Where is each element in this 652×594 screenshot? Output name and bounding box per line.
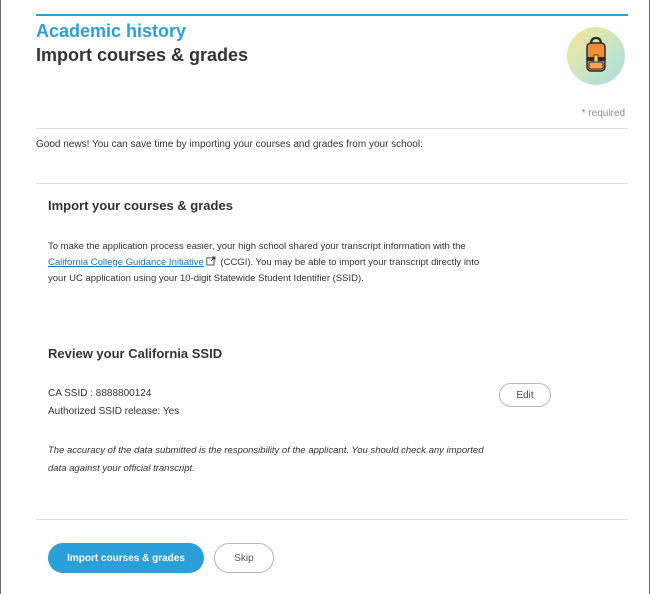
intro-text: Good news! You can save time by importin… <box>36 139 423 150</box>
backpack-icon <box>586 36 606 72</box>
external-link-icon[interactable] <box>206 256 216 272</box>
skip-button[interactable]: Skip <box>214 543 274 573</box>
avatar <box>567 27 625 85</box>
ccgi-link[interactable]: California College Guidance Initiative <box>48 257 204 268</box>
page-title: Import courses & grades <box>36 45 249 65</box>
import-text-start: To make the application process easier, … <box>48 241 466 252</box>
accuracy-note: The accuracy of the data submitted is th… <box>48 445 484 474</box>
divider <box>36 519 628 520</box>
divider <box>36 128 628 129</box>
header-accent-line <box>36 14 628 16</box>
import-section-heading: Import your courses & grades <box>48 198 233 213</box>
edit-button[interactable]: Edit <box>499 383 551 407</box>
app-frame: Academic history Import courses & grades… <box>0 0 650 594</box>
divider <box>36 183 628 184</box>
section-title: Academic history <box>36 21 187 41</box>
import-description: To make the application process easier, … <box>48 239 488 287</box>
review-section-heading: Review your California SSID <box>48 346 223 361</box>
ssid-release-value: Authorized SSID release: Yes <box>48 406 180 417</box>
import-courses-button[interactable]: Import courses & grades <box>48 543 204 573</box>
required-note: * required <box>581 108 625 119</box>
ssid-value: CA SSID : 8888800124 <box>48 388 152 399</box>
